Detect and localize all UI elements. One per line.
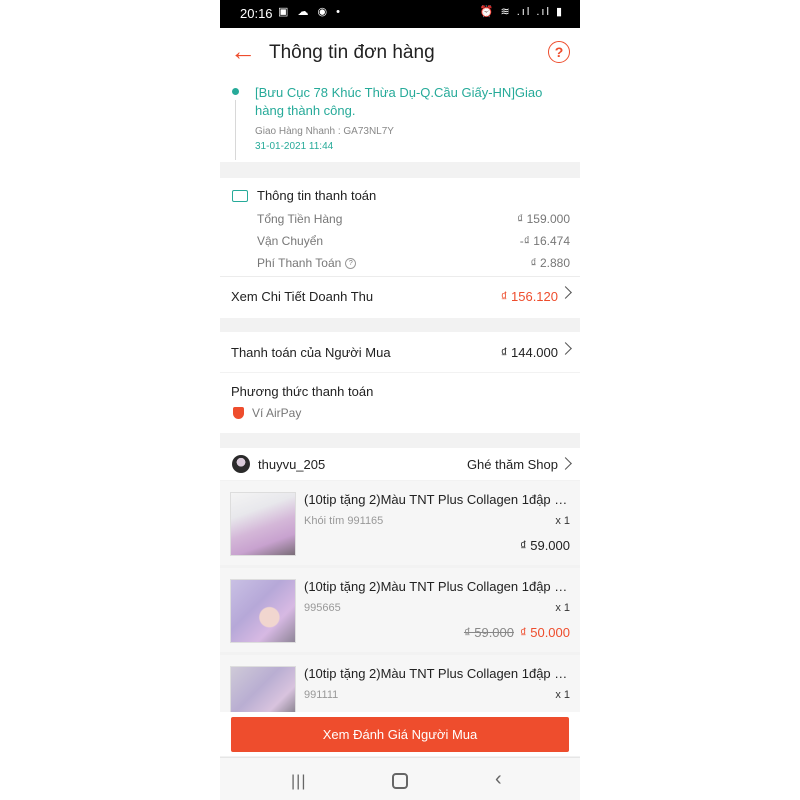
app-header: ← Thông tin đơn hàng ?	[220, 28, 580, 76]
revenue-label: Xem Chi Tiết Doanh Thu	[231, 289, 374, 304]
payment-row-label: Vận Chuyển	[257, 234, 324, 248]
payment-method-value: Ví AirPay	[252, 406, 302, 420]
payment-method-section: Phương thức thanh toán Ví AirPay	[220, 373, 580, 433]
product-quantity: x 1	[555, 602, 570, 614]
revenue-value: ₫ 156.120	[500, 289, 558, 304]
product-sale-price: ₫ 50.000	[519, 625, 570, 640]
buyer-payment-row[interactable]: Thanh toán của Người Mua ₫ 144.000	[220, 332, 580, 372]
chevron-right-icon	[559, 457, 572, 470]
shipping-status-text: [Bưu Cục 78 Khúc Thừa Dụ-Q.Cầu Giấy-HN]G…	[255, 85, 543, 118]
product-variant: 991111	[304, 689, 339, 701]
product-name: (10tip tặng 2)Màu TNT Plus Collagen 1đập…	[304, 666, 572, 681]
payment-row-value: -₫ 16.474	[519, 234, 570, 248]
back-arrow-icon[interactable]: ←	[230, 36, 256, 66]
payment-row-label: Phí Thanh Toán	[257, 256, 342, 270]
product-name: (10tip tặng 2)Màu TNT Plus Collagen 1đập…	[304, 492, 572, 507]
status-time: 20:16	[240, 6, 273, 21]
help-icon[interactable]: ?	[548, 41, 570, 63]
payment-row-shipping: Vận Chuyển -₫ 16.474	[257, 234, 570, 248]
notification-icons: ▣ ☁ ◉ •	[278, 6, 344, 18]
payment-row-label: Tổng Tiền Hàng	[257, 212, 343, 226]
product-thumbnail	[230, 492, 296, 556]
shop-row[interactable]: thuyvu_205 Ghé thăm Shop	[220, 448, 580, 480]
payment-row-subtotal: Tổng Tiền Hàng ₫ 159.000	[257, 212, 570, 226]
buyer-payment-label: Thanh toán của Người Mua	[231, 345, 391, 360]
chevron-right-icon	[559, 342, 572, 355]
recents-icon[interactable]: |||	[291, 773, 306, 791]
shop-name: thuyvu_205	[258, 457, 326, 472]
system-icons: ⏰ ≋ .ıl .ıl ▮	[479, 6, 564, 18]
shop-avatar	[232, 455, 250, 473]
product-variant: 995665	[304, 602, 341, 614]
phone-screen: 20:16 ▣ ☁ ◉ • ⏰ ≋ .ıl .ıl ▮ ← Thông tin …	[220, 0, 580, 800]
visit-shop-link[interactable]: Ghé thăm Shop	[467, 457, 558, 472]
payment-method-label: Phương thức thanh toán	[231, 384, 374, 399]
view-buyer-review-button[interactable]: Xem Đánh Giá Người Mua	[231, 717, 569, 752]
timeline-line	[235, 100, 236, 160]
product-item[interactable]: (10tip tặng 2)Màu TNT Plus Collagen 1đập…	[220, 481, 580, 565]
product-item[interactable]: (10tip tặng 2)Màu TNT Plus Collagen 1đập…	[220, 655, 580, 713]
nav-back-icon[interactable]: ‹	[495, 768, 502, 791]
product-variant: Khói tím 991165	[304, 515, 384, 527]
info-question-icon[interactable]: ?	[345, 258, 357, 270]
chevron-right-icon	[559, 286, 572, 299]
payment-row-fee: Phí Thanh Toán? ₫ 2.880	[257, 256, 570, 270]
product-name: (10tip tặng 2)Màu TNT Plus Collagen 1đập…	[304, 579, 572, 594]
product-price: ₫ 59.000	[519, 538, 570, 553]
footer-bar: Xem Đánh Giá Người Mua	[220, 712, 580, 756]
product-quantity: x 1	[555, 515, 570, 527]
product-thumbnail	[230, 579, 296, 643]
product-quantity: x 1	[555, 689, 570, 701]
payment-row-value: ₫ 159.000	[517, 212, 570, 226]
product-thumbnail	[230, 666, 296, 713]
wallet-icon	[232, 190, 248, 202]
payment-row-value: ₫ 2.880	[530, 256, 570, 270]
product-item[interactable]: (10tip tặng 2)Màu TNT Plus Collagen 1đập…	[220, 568, 580, 652]
product-original-price: ₫ 59.000	[463, 625, 514, 640]
payment-info-title: Thông tin thanh toán	[257, 188, 377, 203]
shipping-datetime: 31-01-2021 11:44	[255, 141, 334, 152]
buyer-payment-value: ₫ 144.000	[500, 345, 558, 360]
divider	[220, 276, 580, 277]
airpay-shield-icon	[233, 407, 244, 419]
status-bar: 20:16 ▣ ☁ ◉ • ⏰ ≋ .ıl .ıl ▮	[220, 0, 580, 28]
page-title: Thông tin đơn hàng	[269, 42, 435, 63]
shipping-carrier: Giao Hàng Nhanh : GA73NL7Y	[255, 126, 394, 137]
timeline-dot-icon	[232, 88, 239, 95]
android-nav-bar: ||| ‹	[220, 757, 580, 800]
home-icon[interactable]	[392, 773, 408, 789]
shipping-status-card[interactable]: [Bưu Cục 78 Khúc Thừa Dụ-Q.Cầu Giấy-HN]G…	[220, 76, 580, 162]
revenue-detail-row[interactable]: Xem Chi Tiết Doanh Thu ₫ 156.120	[220, 276, 580, 318]
